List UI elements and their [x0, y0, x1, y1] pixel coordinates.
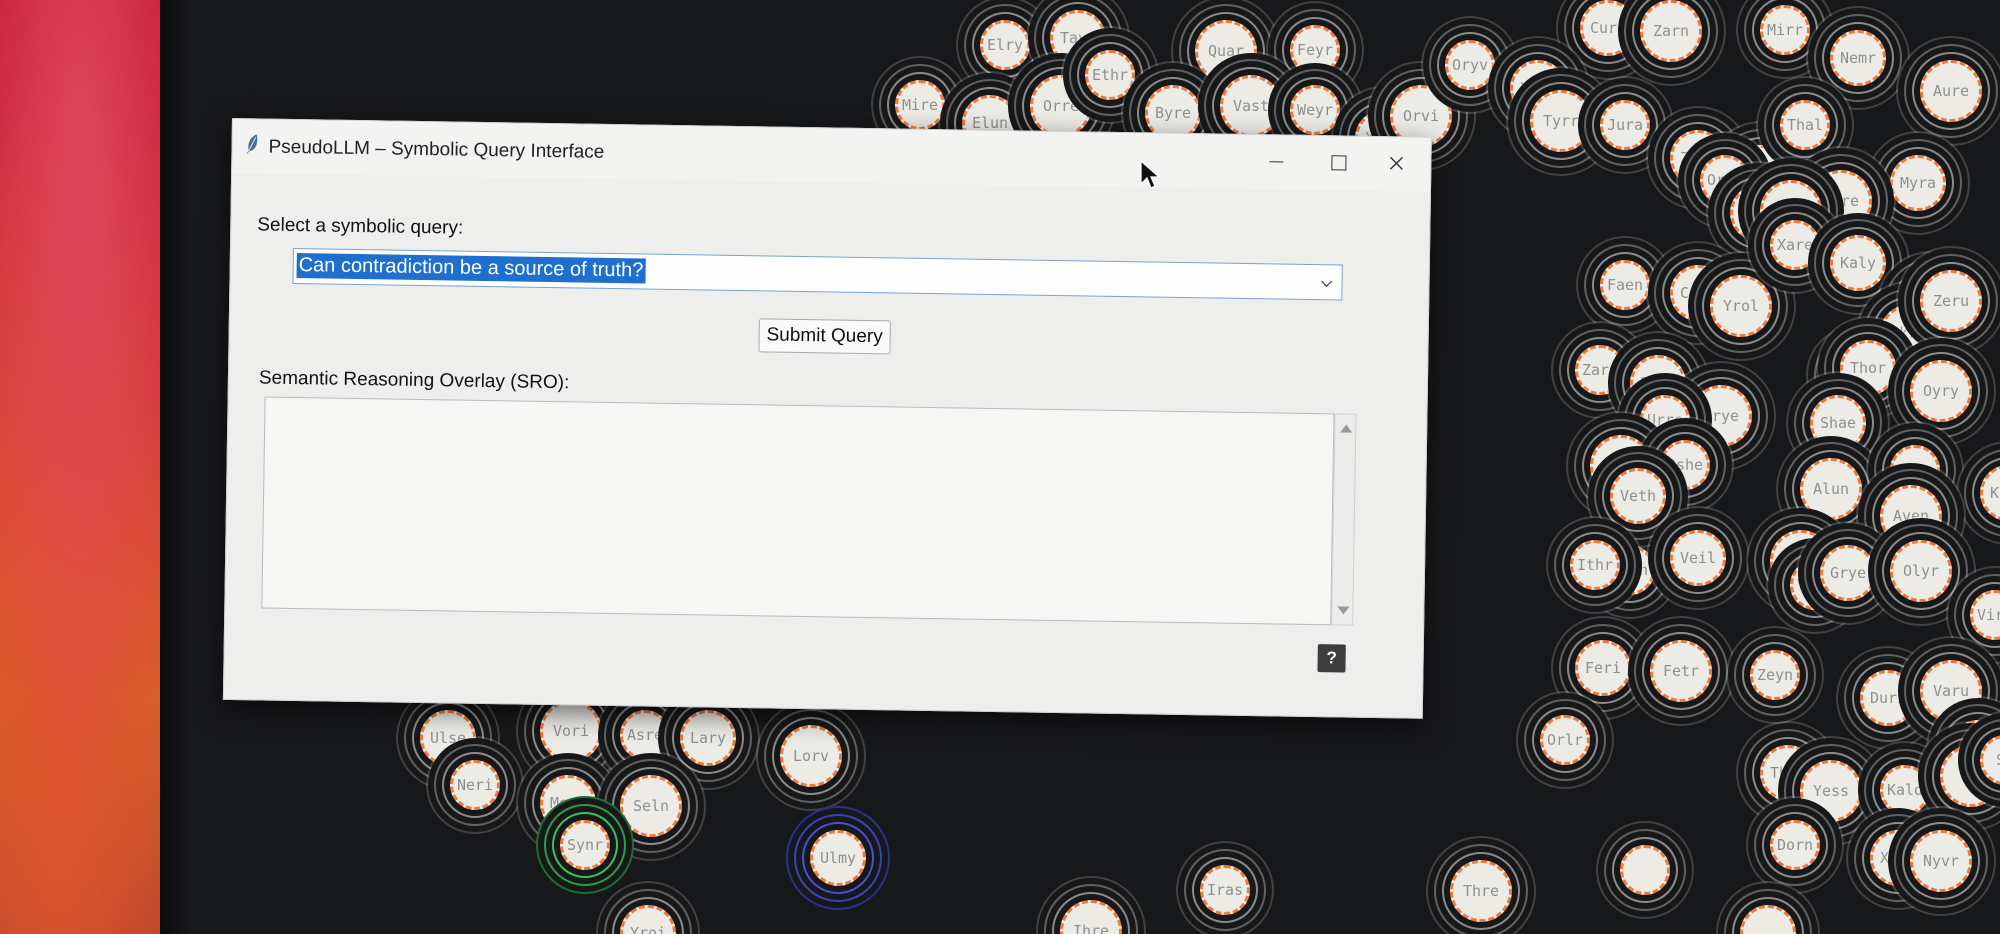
graph-node[interactable]: Fetr [1650, 640, 1712, 702]
graph-node[interactable]: Quar [1195, 20, 1257, 82]
graph-node[interactable]: Nemr [1830, 30, 1886, 86]
graph-node[interactable]: Veth [1610, 468, 1666, 524]
graph-node[interactable]: Zare [1575, 345, 1625, 395]
graph-node[interactable]: Orlr [1540, 715, 1590, 765]
graph-node[interactable]: Thor [1840, 340, 1896, 396]
graph-node[interactable]: Zeyn [1750, 650, 1800, 700]
graph-node[interactable]: Orre [1030, 75, 1092, 137]
graph-node[interactable]: Vire [1970, 590, 2000, 640]
graph-node[interactable]: Oyry [1910, 360, 1972, 422]
graph-node[interactable]: Zarn [1640, 0, 1702, 62]
graph-node[interactable]: Duri [1860, 670, 1916, 726]
graph-node[interactable]: Ulse [420, 710, 476, 766]
graph-node[interactable]: Vori [540, 700, 602, 762]
app-window: PseudoLLM – Symbolic Query Interface Sel… [222, 118, 1432, 719]
graph-node[interactable]: Yroi [620, 905, 676, 934]
graph-node[interactable]: Kyre [1980, 465, 2000, 521]
graph-node[interactable]: Mirr [1760, 5, 1810, 55]
graph-node[interactable]: Tyrr [1530, 90, 1592, 152]
graph-node[interactable]: Feri [1575, 640, 1631, 696]
graph-node[interactable]: Mire [895, 80, 945, 130]
graph-node[interactable] [1740, 905, 1796, 934]
window-title: PseudoLLM – Symbolic Query Interface [268, 136, 605, 163]
graph-node[interactable]: Lorv [780, 725, 842, 787]
close-icon [1389, 156, 1404, 170]
graph-node[interactable]: Alun [1800, 458, 1862, 520]
minimize-button[interactable] [1254, 145, 1298, 178]
scroll-down-icon[interactable] [1337, 606, 1350, 615]
graph-node[interactable]: Jura [1600, 100, 1650, 150]
graph-node[interactable]: Oryv [1445, 40, 1495, 90]
query-select[interactable]: Can contradiction be a source of truth? [292, 247, 1343, 301]
graph-node[interactable]: Kaly [1830, 235, 1886, 291]
graph-node[interactable]: Thal [1780, 100, 1830, 150]
graph-node[interactable]: Urre [1640, 395, 1690, 445]
graph-node[interactable]: Irye [1690, 385, 1752, 447]
graph-node[interactable]: Iras [1200, 865, 1250, 915]
graph-node[interactable]: Yess [1800, 760, 1862, 822]
graph-node[interactable]: Olyr [1890, 540, 1952, 602]
graph-node[interactable]: Thre [1450, 860, 1512, 922]
query-label: Select a symbolic query: [257, 214, 464, 239]
graph-node[interactable]: Grye [1820, 545, 1876, 601]
graph-node[interactable]: Vast [1220, 75, 1282, 137]
maximize-icon [1330, 154, 1347, 171]
help-button[interactable]: ? [1317, 644, 1346, 673]
graph-node[interactable]: Kald [1880, 765, 1930, 815]
graph-node[interactable]: Lary [680, 710, 736, 766]
graph-node[interactable]: Seln [620, 775, 682, 837]
graph-node[interactable]: Neri [450, 760, 500, 810]
graph-node[interactable]: Myra [1890, 155, 1946, 211]
query-selected-value[interactable]: Can contradiction be a source of truth? [296, 253, 646, 284]
graph-node[interactable]: Aven [1880, 485, 1942, 547]
scroll-up-icon[interactable] [1340, 424, 1353, 433]
graph-node[interactable]: Ulmy [810, 830, 866, 886]
graph-node[interactable]: Ihre [1060, 900, 1122, 934]
graph-node[interactable]: Feyr [1290, 25, 1340, 75]
graph-node[interactable]: Faen [1600, 260, 1650, 310]
feather-icon [246, 134, 258, 155]
graph-node[interactable]: Xare [1770, 220, 1820, 270]
graph-node[interactable]: Ithr [1570, 540, 1620, 590]
chevron-down-icon[interactable] [1317, 274, 1335, 292]
sro-label: Semantic Reasoning Overlay (SRO): [258, 367, 570, 394]
graph-node[interactable]: Aure [1920, 60, 1982, 122]
graph-node[interactable]: Weyr [1290, 85, 1340, 135]
graph-node[interactable]: Asre [620, 710, 670, 760]
close-button[interactable] [1374, 147, 1418, 180]
graph-node[interactable]: Yrol [1710, 275, 1772, 337]
graph-node[interactable]: Nyvr [1910, 830, 1972, 892]
graph-node[interactable]: Cure [1580, 0, 1636, 56]
graph-node[interactable]: Veil [1670, 530, 1726, 586]
graph-node[interactable]: Shae [1810, 395, 1866, 451]
minimize-icon [1269, 160, 1284, 163]
graph-node[interactable]: Ethr [1085, 50, 1135, 100]
graph-node[interactable]: Dorn [1770, 820, 1820, 870]
sro-output-textarea[interactable] [261, 396, 1335, 626]
graph-node[interactable] [1620, 845, 1670, 895]
sro-scrollbar[interactable] [1331, 413, 1357, 626]
graph-node[interactable]: Varu [1920, 660, 1982, 722]
graph-node[interactable]: Elry [980, 20, 1030, 70]
mouse-cursor-icon [1140, 160, 1160, 189]
graph-node[interactable]: Synr [560, 820, 610, 870]
graph-node[interactable]: Oshe [1660, 440, 1710, 490]
graph-node[interactable]: Zeru [1920, 270, 1982, 332]
submit-query-button[interactable]: Submit Query [758, 318, 891, 355]
maximize-button[interactable] [1316, 146, 1360, 179]
